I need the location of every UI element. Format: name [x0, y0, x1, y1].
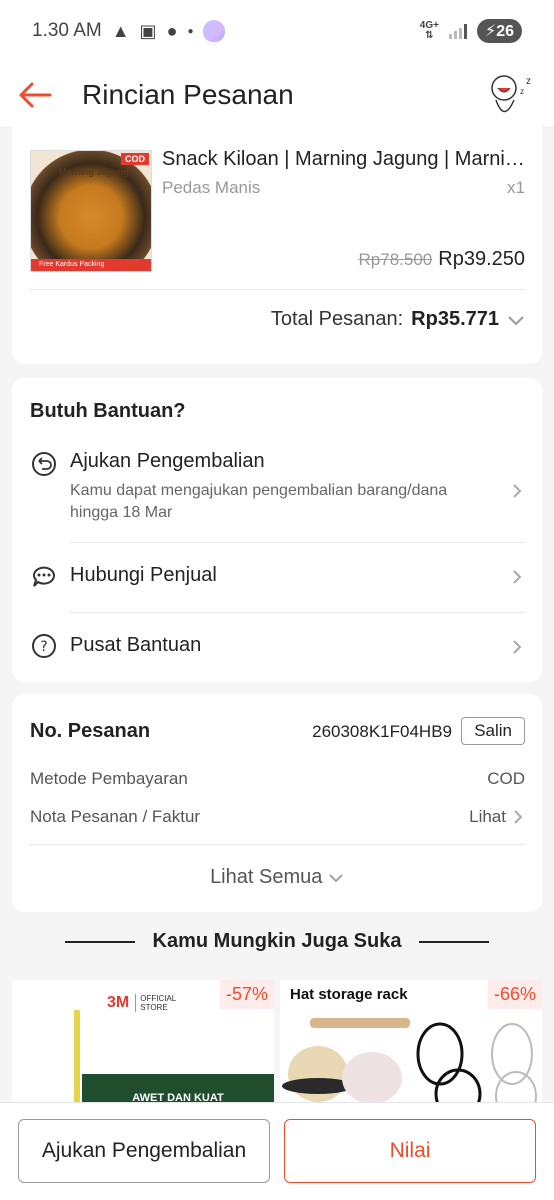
product-image-title: Marning Jagung	[59, 167, 129, 177]
order-total-amount: Rp35.771	[411, 308, 499, 330]
see-all-button[interactable]: Lihat Semua	[12, 866, 542, 889]
svg-text:z: z	[520, 87, 524, 96]
divider	[29, 289, 525, 290]
page-title: Rincian Pesanan	[82, 78, 294, 110]
divider	[70, 542, 525, 543]
divider	[29, 844, 525, 845]
product-variant: Pedas Manis	[162, 178, 261, 197]
invoice-label: Nota Pesanan / Faktur	[30, 807, 201, 826]
clock: 1.30 AM	[32, 20, 102, 41]
order-total-toggle[interactable]: Total Pesanan: Rp35.771	[271, 308, 525, 331]
arrow-left-icon	[19, 82, 52, 107]
battery-indicator: ⚡26	[476, 19, 522, 43]
payment-method-value: COD	[487, 769, 525, 788]
help-item-return[interactable]: Ajukan Pengembalian Kamu dapat mengajuka…	[12, 444, 542, 544]
help-item-label: Hubungi Penjual	[70, 564, 217, 586]
payment-method-label: Metode Pembayaran	[30, 769, 188, 788]
original-price: Rp78.500	[358, 250, 433, 269]
recommendations-title: Kamu Mungkin Juga Suka	[152, 930, 402, 952]
cod-badge: COD	[121, 153, 149, 165]
official-store-label: OFFICIAL STORE	[135, 994, 183, 1012]
notification-icon: ●	[166, 20, 178, 41]
help-icon: ?	[32, 634, 56, 658]
help-card: Butuh Bantuan? Ajukan Pengembalian Kamu …	[12, 378, 542, 682]
copy-order-number-button[interactable]: Salin	[461, 717, 525, 745]
help-item-description: Kamu dapat mengajukan pengembalian baran…	[70, 482, 448, 521]
battery-bolt-icon: ⚡	[484, 23, 497, 40]
brand-logo: 3M	[107, 994, 130, 1011]
screenshot-icon: ▣	[139, 20, 157, 41]
network-icon: 4G+ ⇅	[419, 20, 439, 41]
recommended-product-card[interactable]: Hat storage rack -66%	[280, 980, 542, 1110]
chevron-right-icon	[514, 810, 523, 824]
svg-text:z: z	[526, 76, 531, 87]
battery-level: 26	[496, 23, 514, 40]
svg-text:?: ?	[40, 639, 47, 655]
order-number-label: No. Pesanan	[30, 720, 151, 742]
price-row: Rp78.500 Rp39.250	[359, 248, 525, 271]
network-type: 4G+	[419, 20, 439, 31]
product-image-caption: Hat storage rack	[290, 986, 408, 1003]
product-image[interactable]: Marning Jagung COD Free Kardus Packing	[30, 150, 152, 272]
recommended-product-card[interactable]: 3M OFFICIAL STORE AWET DAN KUAT -57%	[12, 980, 274, 1110]
see-all-label: Lihat Semua	[210, 866, 323, 888]
heading-line	[419, 940, 490, 943]
signal-icon	[448, 23, 467, 39]
bottom-action-bar: Ajukan Pengembalian Nilai	[0, 1102, 554, 1200]
product-image	[282, 1018, 537, 1110]
recommendations-heading: Kamu Mungkin Juga Suka	[0, 930, 554, 953]
warning-icon: ▲	[111, 20, 130, 41]
help-item-contact-seller[interactable]: Hubungi Penjual	[12, 556, 542, 612]
status-bar: 1.30 AM ▲ ▣ ● ● 4G+ ⇅ ⚡26	[0, 0, 554, 62]
divider	[70, 612, 525, 613]
product-image	[74, 1010, 80, 1110]
return-icon	[32, 452, 56, 476]
chevron-right-icon	[513, 570, 522, 584]
heading-line	[64, 940, 135, 943]
more-notifications-icon: ●	[187, 25, 194, 37]
chevron-down-icon	[329, 874, 343, 883]
order-number: 260308K1F04HB9	[312, 722, 452, 741]
product-name[interactable]: Snack Kiloan | Marning Jagung | Marning …	[162, 148, 527, 171]
chat-icon	[32, 566, 55, 587]
heart-app-icon	[203, 20, 226, 42]
product-quantity: x1	[507, 178, 525, 197]
help-item-label: Ajukan Pengembalian	[70, 450, 265, 472]
chevron-right-icon	[513, 640, 522, 654]
help-section-title: Butuh Bantuan?	[30, 400, 186, 422]
chevron-right-icon	[513, 484, 522, 498]
help-item-label: Pusat Bantuan	[70, 634, 202, 656]
discount-badge: -66%	[487, 980, 542, 1009]
product-image-footer: Free Kardus Packing	[31, 259, 151, 271]
chevron-down-icon	[508, 315, 524, 325]
invoice-view-link[interactable]: Lihat	[469, 807, 506, 827]
request-return-button[interactable]: Ajukan Pengembalian	[18, 1119, 270, 1183]
discount-badge: -57%	[219, 980, 274, 1009]
rate-button[interactable]: Nilai	[284, 1119, 536, 1183]
product-card[interactable]: Marning Jagung COD Free Kardus Packing S…	[12, 118, 542, 364]
discounted-price: Rp39.250	[438, 248, 525, 270]
order-total-label: Total Pesanan:	[270, 308, 404, 330]
order-info-card: No. Pesanan 260308K1F04HB9 Salin Metode …	[12, 694, 542, 912]
help-item-help-center[interactable]: ? Pusat Bantuan	[12, 626, 542, 682]
store-badge: 3M OFFICIAL STORE	[107, 994, 183, 1012]
